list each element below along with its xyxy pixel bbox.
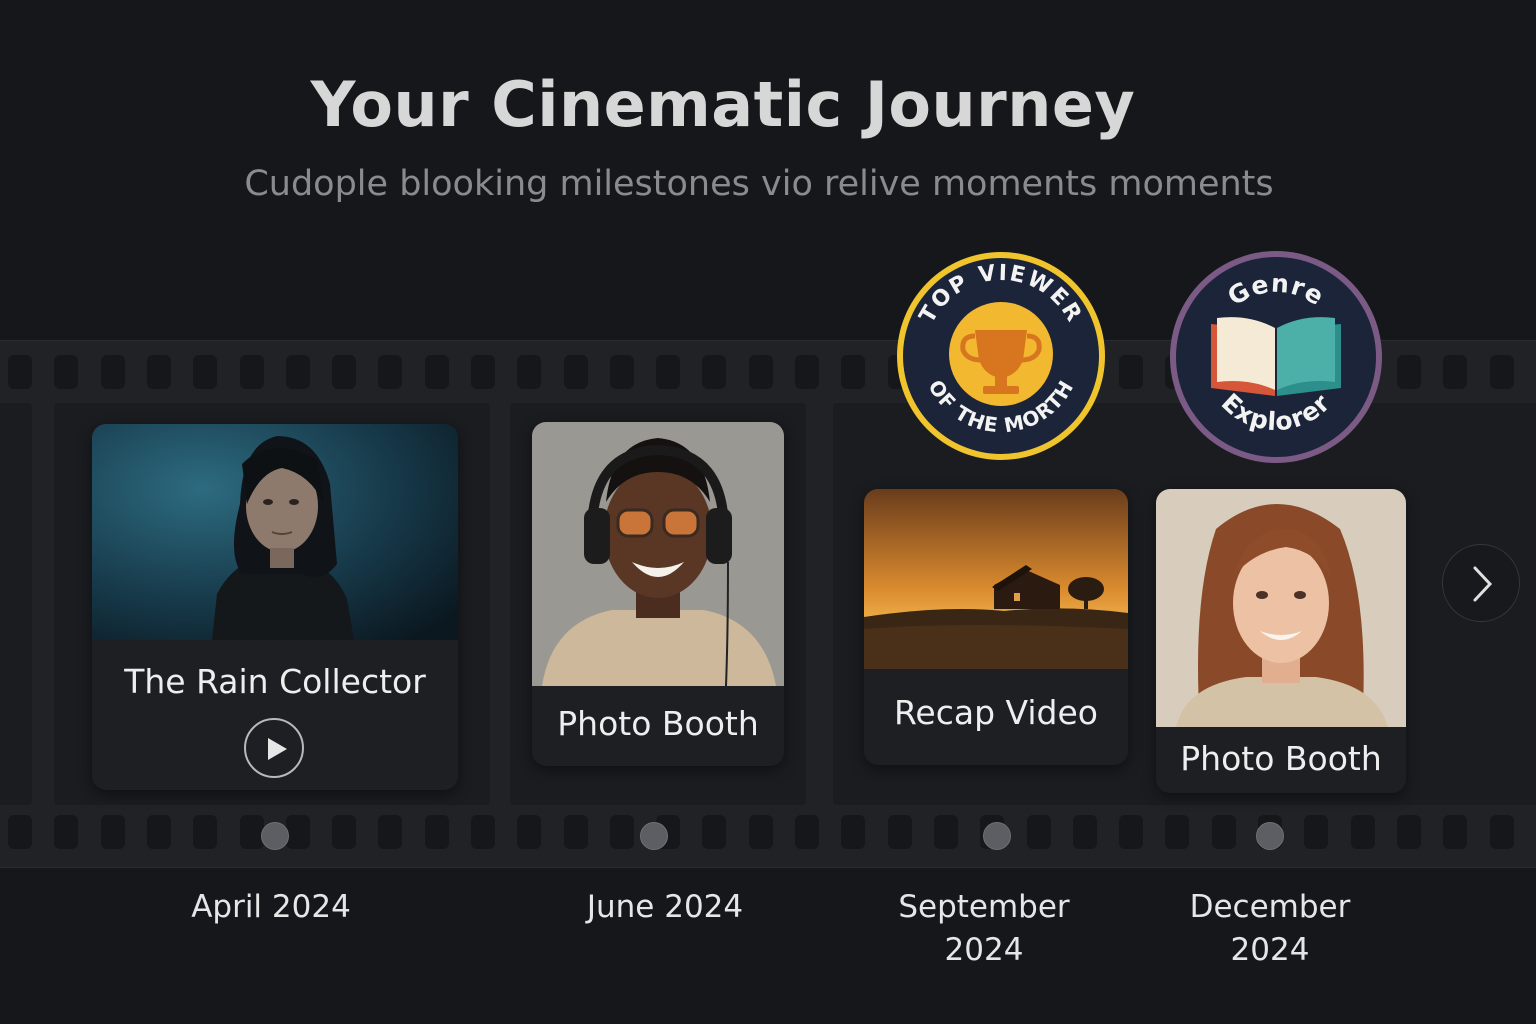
film-perforation bbox=[332, 815, 356, 849]
film-perforation bbox=[702, 355, 726, 389]
film-perforation bbox=[8, 815, 32, 849]
film-perforation bbox=[702, 815, 726, 849]
film-perforation bbox=[193, 815, 217, 849]
milestone-date: December 2024 bbox=[1189, 889, 1351, 968]
play-button[interactable] bbox=[244, 718, 304, 778]
film-perforation bbox=[147, 355, 171, 389]
film-perforation bbox=[286, 815, 310, 849]
film-perforation bbox=[101, 355, 125, 389]
film-perforation bbox=[1443, 355, 1467, 389]
film-perforation bbox=[749, 355, 773, 389]
milestone-label: Photo Booth bbox=[1180, 739, 1382, 778]
milestone-label: The Rain Collector bbox=[124, 662, 426, 701]
smiling-woman-image bbox=[1156, 489, 1406, 727]
page-subtitle: Cudople blooking milestones vio relive m… bbox=[244, 164, 1274, 204]
film-perforation bbox=[749, 815, 773, 849]
film-perforation bbox=[610, 355, 634, 389]
film-perforation bbox=[564, 815, 588, 849]
milestone-date: June 2024 bbox=[586, 889, 744, 925]
film-perforation bbox=[471, 355, 495, 389]
film-perforation bbox=[888, 815, 912, 849]
top-viewer-badge[interactable]: TOP VIEWER OF THE MORTH bbox=[893, 248, 1109, 464]
film-perforation bbox=[656, 355, 680, 389]
house-at-sunset-image bbox=[864, 489, 1128, 669]
film-perforation bbox=[1304, 815, 1328, 849]
timeline-dot[interactable] bbox=[640, 822, 668, 850]
milestone-date: September 2024 bbox=[898, 889, 1070, 968]
film-perforation bbox=[1165, 815, 1189, 849]
film-perforation bbox=[147, 815, 171, 849]
film-perforation bbox=[1119, 355, 1143, 389]
film-perforations-bottom bbox=[0, 815, 1536, 851]
film-perforation bbox=[1397, 815, 1421, 849]
film-perforation bbox=[1027, 815, 1051, 849]
timeline-dot[interactable] bbox=[1256, 822, 1284, 850]
man-with-headphones-image bbox=[532, 422, 784, 686]
film-perforation bbox=[1490, 815, 1514, 849]
film-frame bbox=[0, 403, 32, 805]
film-perforation bbox=[1443, 815, 1467, 849]
page-title: Your Cinematic Journey bbox=[310, 68, 1136, 141]
film-perforation bbox=[54, 355, 78, 389]
journey-screen: Your Cinematic Journey Cudople blooking … bbox=[0, 0, 1536, 1024]
milestone-label: Recap Video bbox=[893, 693, 1098, 732]
next-button[interactable] bbox=[1442, 544, 1520, 622]
film-perforation bbox=[101, 815, 125, 849]
film-perforation bbox=[934, 815, 958, 849]
film-perforation bbox=[1073, 815, 1097, 849]
film-perforation bbox=[1212, 815, 1236, 849]
milestone-label: Photo Booth bbox=[557, 704, 759, 743]
film-perforation bbox=[1397, 355, 1421, 389]
film-perforation bbox=[286, 355, 310, 389]
film-perforation bbox=[240, 355, 264, 389]
film-perforation bbox=[1490, 355, 1514, 389]
milestone-date: April 2024 bbox=[191, 889, 351, 925]
milestone-card-photo-booth-june[interactable]: Photo Booth bbox=[532, 422, 784, 766]
film-perforation bbox=[517, 355, 541, 389]
timeline-dot[interactable] bbox=[983, 822, 1011, 850]
timeline-dot[interactable] bbox=[261, 822, 289, 850]
film-perforation bbox=[841, 815, 865, 849]
film-perforation bbox=[193, 355, 217, 389]
film-perforation bbox=[841, 355, 865, 389]
film-perforation bbox=[610, 815, 634, 849]
milestone-card-rain-collector[interactable]: The Rain Collector bbox=[92, 424, 458, 790]
film-perforation bbox=[1351, 815, 1375, 849]
milestone-card-photo-booth-december[interactable]: Photo Booth bbox=[1156, 489, 1406, 793]
film-perforation bbox=[795, 355, 819, 389]
film-perforation bbox=[378, 815, 402, 849]
film-perforation bbox=[1119, 815, 1143, 849]
film-perforation bbox=[54, 815, 78, 849]
film-perforation bbox=[564, 355, 588, 389]
film-perforation bbox=[425, 355, 449, 389]
woman-in-rain-image bbox=[92, 424, 458, 640]
genre-explorer-badge[interactable]: Genre Explorer bbox=[1167, 248, 1385, 466]
film-perforation bbox=[471, 815, 495, 849]
milestone-card-recap-video[interactable]: Recap Video bbox=[864, 489, 1128, 765]
film-perforation bbox=[517, 815, 541, 849]
film-perforation bbox=[332, 355, 356, 389]
film-perforation bbox=[425, 815, 449, 849]
film-perforation bbox=[8, 355, 32, 389]
film-perforation bbox=[795, 815, 819, 849]
film-perforation bbox=[378, 355, 402, 389]
